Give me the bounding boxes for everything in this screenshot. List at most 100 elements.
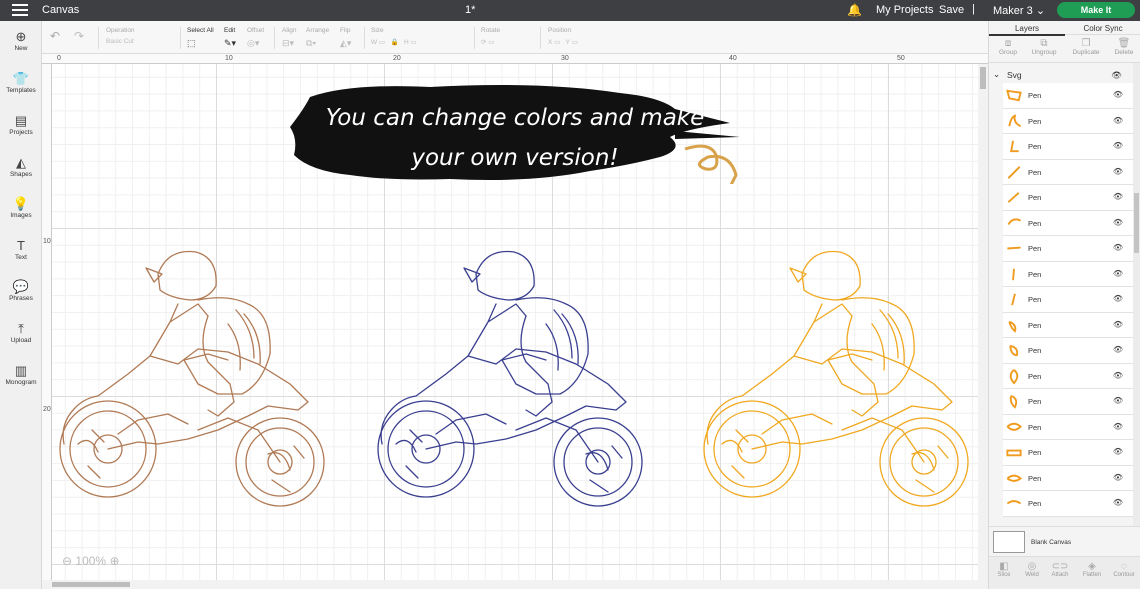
edit-button[interactable]: Edit ✎▾ [224, 27, 236, 49]
lock-icon[interactable]: 🔒 [391, 39, 399, 46]
slice-button[interactable]: ◧ Slice [989, 561, 1019, 578]
chevron-down-icon[interactable]: ⌄ [993, 69, 1000, 80]
zoom-out-icon[interactable]: ⊖ [62, 554, 72, 568]
layer-row[interactable]: Pen 👁 [1003, 312, 1133, 338]
attach-icon: ⊂⊃ [1051, 561, 1069, 572]
layer-row[interactable]: Pen 👁 [1003, 210, 1133, 236]
hamburger-menu-icon[interactable] [12, 4, 28, 16]
position-label: Position [548, 27, 572, 34]
sidebar-item-text[interactable]: T Text [0, 238, 42, 261]
layer-row[interactable]: Pen 👁 [1003, 338, 1133, 364]
machine-selector[interactable]: Maker 3 ⌄ [993, 4, 1045, 17]
sidebar-item-images[interactable]: 💡 Images [0, 196, 42, 219]
promo-banner[interactable]: You can change colors and make your own … [290, 79, 740, 184]
flatten-button[interactable]: ◈ Flatten [1077, 561, 1107, 578]
layer-row[interactable]: Pen 👁 [1003, 491, 1133, 517]
delete-button[interactable]: 🗑 Delete [1105, 38, 1140, 56]
rotate-group[interactable]: Rotate ⟳ ▭ [481, 27, 500, 46]
eye-icon[interactable]: 👁 [1113, 218, 1123, 227]
size-inputs[interactable]: W ▭ 🔒 H ▭ [371, 38, 417, 46]
eye-icon[interactable]: 👁 [1113, 345, 1123, 354]
contour-button[interactable]: ◌ Contour [1109, 561, 1139, 578]
layer-row[interactable]: Pen 👁 [1003, 185, 1133, 211]
sidebar-item-monogram[interactable]: ▥ Monogram [0, 363, 42, 386]
offset-button[interactable]: Offset ◎▾ [247, 27, 264, 49]
tab-color-sync[interactable]: Color Sync [1065, 24, 1140, 33]
ungroup-button[interactable]: ⧉ Ungroup [1025, 38, 1063, 56]
eye-icon[interactable]: 👁 [1113, 90, 1123, 99]
layer-row[interactable]: Pen 👁 [1003, 159, 1133, 185]
position-group[interactable]: Position X ▭ Y ▭ [548, 27, 578, 46]
eye-icon[interactable]: 👁 [1113, 498, 1123, 507]
layer-row[interactable]: Pen 👁 [1003, 236, 1133, 262]
layer-thumbnail [1007, 217, 1022, 225]
layer-row[interactable]: Pen 👁 [1003, 287, 1133, 313]
rider-brown[interactable] [58, 234, 330, 516]
blank-canvas-row[interactable]: Blank Canvas [989, 526, 1140, 556]
eye-icon[interactable]: 👁 [1113, 422, 1123, 431]
rider-yellow[interactable] [702, 234, 974, 516]
undo-icon[interactable]: ↶ [50, 29, 60, 43]
sidebar-item-upload[interactable]: ⤒ Upload [0, 321, 42, 344]
group-button[interactable]: ⧈ Group [989, 38, 1027, 56]
my-projects-button[interactable]: My Projects [876, 4, 933, 16]
layer-name: Pen [1028, 244, 1042, 253]
layer-row[interactable]: Pen 👁 [1003, 83, 1133, 109]
eye-icon[interactable]: 👁 [1113, 473, 1123, 482]
flip-button[interactable]: Flip ◭▾ [340, 27, 351, 49]
layer-thumbnail [1009, 368, 1019, 385]
layer-row[interactable]: Pen 👁 [1003, 465, 1133, 491]
sidebar-item-shapes[interactable]: ◭ Shapes [0, 155, 42, 178]
attach-button[interactable]: ⊂⊃ Attach [1045, 561, 1075, 578]
canvas-horizontal-scrollbar[interactable] [42, 580, 988, 589]
eye-icon[interactable]: 👁 [1113, 447, 1123, 456]
align-button[interactable]: Align ⊟▾ [282, 27, 296, 49]
sidebar-item-new[interactable]: ⊕ New [0, 29, 42, 52]
zoom-in-icon[interactable]: ⊕ [109, 554, 119, 568]
eye-icon[interactable]: 👁 [1113, 294, 1123, 303]
eye-icon[interactable]: 👁 [1111, 70, 1122, 81]
eye-icon[interactable]: 👁 [1113, 396, 1123, 405]
eye-icon[interactable]: 👁 [1113, 371, 1123, 380]
layer-name: Pen [1028, 295, 1042, 304]
eye-icon[interactable]: 👁 [1113, 116, 1123, 125]
layer-row[interactable]: Pen 👁 [1003, 389, 1133, 415]
eye-icon[interactable]: 👁 [1113, 269, 1123, 278]
save-button[interactable]: Save [939, 4, 964, 16]
sidebar-label: Images [10, 212, 32, 219]
sidebar-item-phrases[interactable]: 💬 Phrases [0, 279, 42, 302]
size-label: Size [371, 27, 384, 34]
operation-select[interactable]: Operation Basic Cut [106, 27, 135, 45]
flatten-icon: ◈ [1088, 561, 1096, 572]
eye-icon[interactable]: 👁 [1113, 192, 1123, 201]
layer-row[interactable]: Pen 👁 [1003, 134, 1133, 160]
canvas-vertical-scrollbar[interactable] [978, 64, 988, 580]
sidebar-item-projects[interactable]: ▤ Projects [0, 113, 42, 136]
eye-icon[interactable]: 👁 [1113, 141, 1123, 150]
make-it-button[interactable]: Make It [1057, 2, 1135, 18]
layer-row[interactable]: Pen 👁 [1003, 440, 1133, 466]
layers-scrollbar[interactable] [1133, 63, 1140, 543]
arrange-button[interactable]: Arrange ⧉▾ [306, 27, 329, 49]
layer-thumbnail [1009, 394, 1018, 409]
layer-row[interactable]: Pen 👁 [1003, 363, 1133, 389]
sidebar-label: Shapes [9, 171, 33, 178]
duplicate-button[interactable]: ❐ Duplicate [1067, 38, 1105, 56]
eye-icon[interactable]: 👁 [1113, 243, 1123, 252]
rider-blue[interactable] [376, 234, 648, 516]
layer-row[interactable]: Pen 👁 [1003, 261, 1133, 287]
layer-row[interactable]: Pen 👁 [1003, 108, 1133, 134]
layer-row[interactable]: Pen 👁 [1003, 414, 1133, 440]
eye-icon[interactable]: 👁 [1113, 167, 1123, 176]
layer-group-svg[interactable]: ⌄ Svg 👁 [989, 69, 1140, 83]
bell-icon[interactable]: 🔔 [847, 3, 862, 17]
group-icon: ⧈ [1004, 38, 1012, 49]
projects-icon: ▤ [14, 113, 28, 128]
weld-button[interactable]: ◎ Weld [1017, 561, 1047, 578]
zoom-control[interactable]: ⊖ 100% ⊕ [62, 554, 120, 568]
redo-icon[interactable]: ↷ [74, 29, 84, 43]
design-canvas[interactable]: 0 10 20 30 40 50 10 20 You can change co… [42, 54, 988, 589]
select-all-button[interactable]: Select All ⬚ [187, 27, 214, 49]
eye-icon[interactable]: 👁 [1113, 320, 1123, 329]
sidebar-item-templates[interactable]: 👕 Templates [0, 71, 42, 94]
